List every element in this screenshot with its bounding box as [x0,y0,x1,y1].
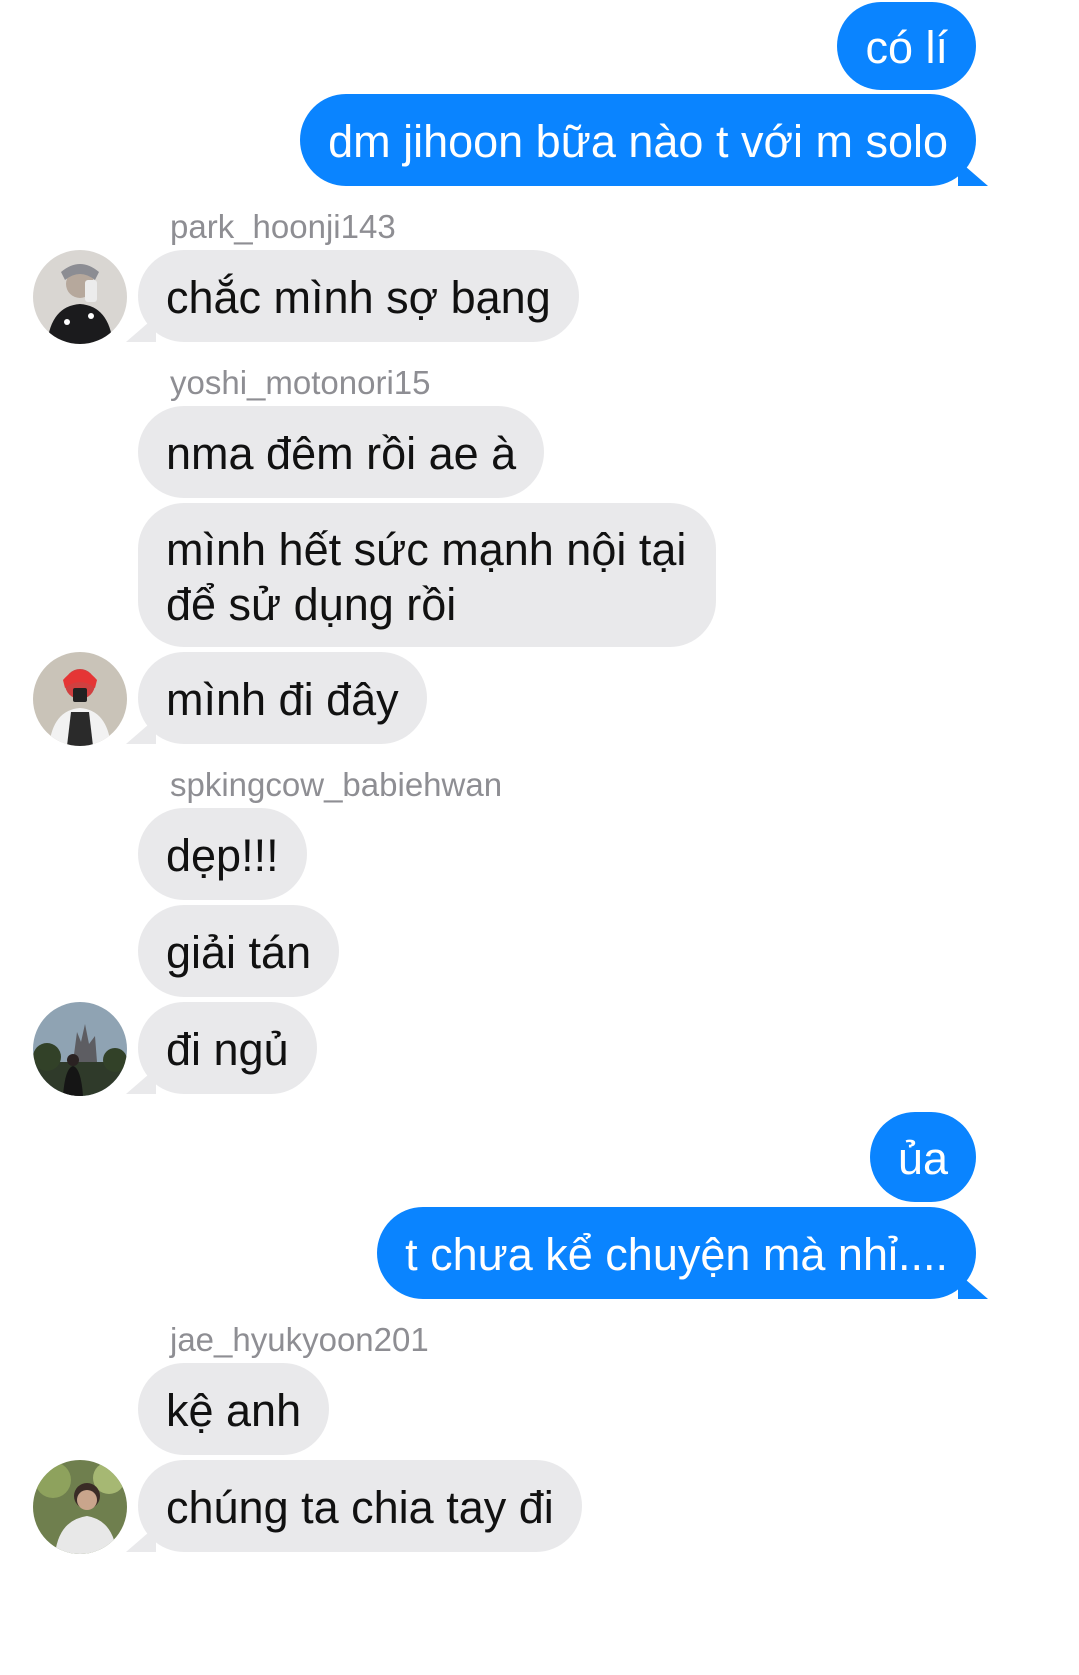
incoming-message[interactable]: giải tán [138,905,340,997]
avatar-image-icon [33,250,127,344]
incoming-message[interactable]: dẹp!!! [138,808,307,900]
incoming-message[interactable]: mình hết sức mạnh nội tại để sử dụng rồi [138,503,716,647]
outgoing-message[interactable]: ủa [869,1112,976,1202]
avatar[interactable] [33,250,127,344]
avatar-image-icon [33,1002,127,1096]
avatar[interactable] [33,1460,127,1554]
sender-name: yoshi_motonori15 [170,364,431,401]
incoming-message[interactable]: chắc mình sợ bạng [138,250,579,342]
incoming-message[interactable]: mình đi đây [138,652,427,744]
incoming-message[interactable]: kệ anh [138,1363,330,1455]
sender-name: spkingcow_babiehwan [170,766,503,803]
incoming-message[interactable]: chúng ta chia tay đi [138,1460,582,1552]
avatar-image-icon [33,652,127,746]
outgoing-message[interactable]: dm jihoon bữa nào t với m solo [300,94,976,186]
sender-name: jae_hyukyoon201 [170,1321,429,1358]
outgoing-message[interactable]: có lí [837,2,976,90]
avatar-image-icon [33,1460,127,1554]
incoming-message[interactable]: đi ngủ [138,1002,317,1094]
avatar[interactable] [33,652,127,746]
sender-name: park_hoonji143 [170,208,396,245]
incoming-message[interactable]: nma đêm rồi ae à [138,406,545,498]
avatar[interactable] [33,1002,127,1096]
outgoing-message[interactable]: t chưa kể chuyện mà nhỉ.... [377,1207,976,1299]
